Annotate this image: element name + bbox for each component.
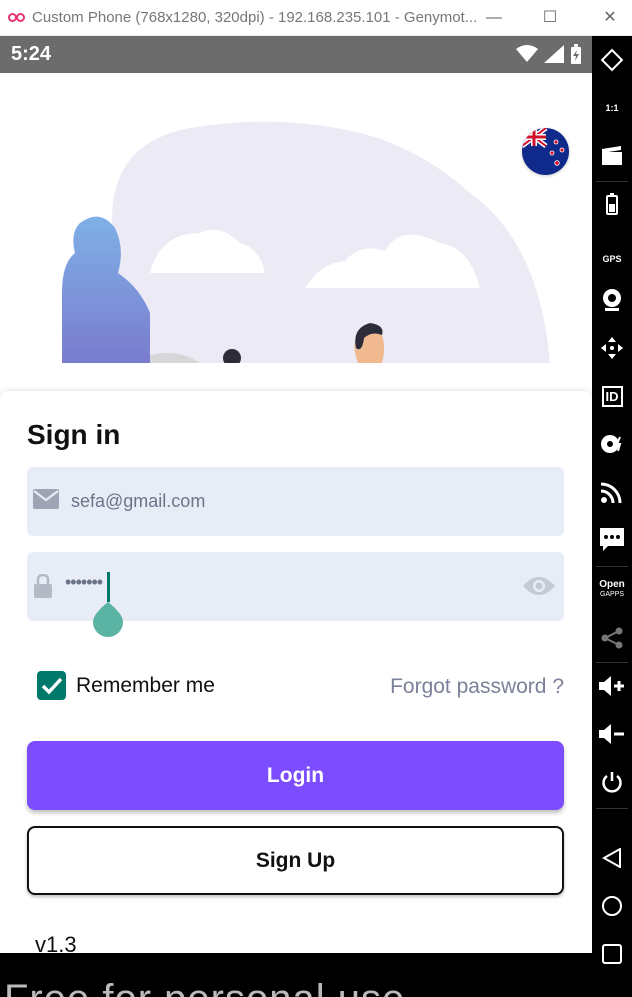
pixel-perfect-icon[interactable]: 1:1 [592, 88, 632, 128]
disk-io-icon[interactable] [592, 424, 632, 464]
back-icon[interactable] [592, 838, 632, 878]
volume-down-icon[interactable] [592, 714, 632, 754]
share-icon[interactable] [592, 618, 632, 658]
dpad-icon[interactable] [592, 328, 632, 368]
mail-icon [33, 489, 59, 509]
volume-up-icon[interactable] [592, 666, 632, 706]
phone-screen: 5:24 Sign in sefa@gmail.com ••••••• Reme… [0, 36, 592, 997]
battery-status-icon [571, 44, 581, 64]
genymotion-logo-icon [8, 11, 28, 25]
rotate-icon[interactable] [592, 40, 632, 80]
watermark-text: Free for personal use [4, 977, 405, 997]
battery-icon[interactable] [592, 184, 632, 224]
show-password-eye-icon[interactable] [522, 574, 556, 598]
new-zealand-flag-icon[interactable] [522, 128, 569, 175]
network-icon[interactable] [592, 472, 632, 512]
recent-apps-icon[interactable] [592, 934, 632, 974]
emulator-toolbar: 1:1 GPS ID Open GAPPS [592, 36, 632, 997]
close-window-button[interactable]: ✕ [590, 6, 630, 30]
maximize-button[interactable]: ☐ [530, 6, 570, 30]
signup-button[interactable]: Sign Up [27, 826, 564, 895]
status-time: 5:24 [11, 43, 52, 65]
open-gapps-icon[interactable]: Open GAPPS [592, 570, 632, 610]
remember-me-row[interactable]: Remember me [37, 671, 215, 700]
power-icon[interactable] [592, 762, 632, 802]
window-title: Custom Phone (768x1280, 320dpi) - 192.16… [32, 9, 478, 26]
open-gapps-label-top: Open [599, 579, 625, 590]
page-title: Sign in [27, 419, 121, 450]
screencast-icon[interactable] [592, 136, 632, 176]
camera-icon[interactable] [592, 280, 632, 320]
remember-me-label: Remember me [76, 673, 215, 697]
forgot-password-link[interactable]: Forgot password ? [390, 675, 564, 699]
wifi-icon [516, 45, 538, 62]
android-nav-bar: Free for personal use [0, 953, 592, 997]
email-value: sefa@gmail.com [71, 491, 206, 511]
email-field[interactable]: sefa@gmail.com [27, 467, 564, 536]
identifiers-icon[interactable]: ID [592, 376, 632, 416]
header-illustration [0, 73, 592, 363]
sms-icon[interactable] [592, 520, 632, 560]
signin-card: Sign in sefa@gmail.com ••••••• Remember … [0, 391, 592, 973]
text-cursor-handle[interactable] [91, 572, 125, 638]
signal-icon [544, 45, 564, 63]
identifiers-label: ID [601, 385, 623, 407]
login-button[interactable]: Login [27, 741, 564, 810]
open-gapps-label-bottom: GAPPS [599, 591, 625, 598]
window-title-bar: Custom Phone (768x1280, 320dpi) - 192.16… [0, 0, 632, 36]
password-field[interactable]: ••••••• [27, 552, 564, 637]
remember-me-checkbox[interactable] [37, 671, 66, 700]
minimize-button[interactable]: — [474, 6, 514, 30]
lock-icon [34, 574, 52, 598]
app-content: Sign in sefa@gmail.com ••••••• Remember … [0, 73, 592, 973]
home-icon[interactable] [592, 886, 632, 926]
status-bar: 5:24 [0, 36, 592, 73]
check-icon [41, 677, 62, 695]
gps-icon[interactable]: GPS [592, 232, 632, 272]
